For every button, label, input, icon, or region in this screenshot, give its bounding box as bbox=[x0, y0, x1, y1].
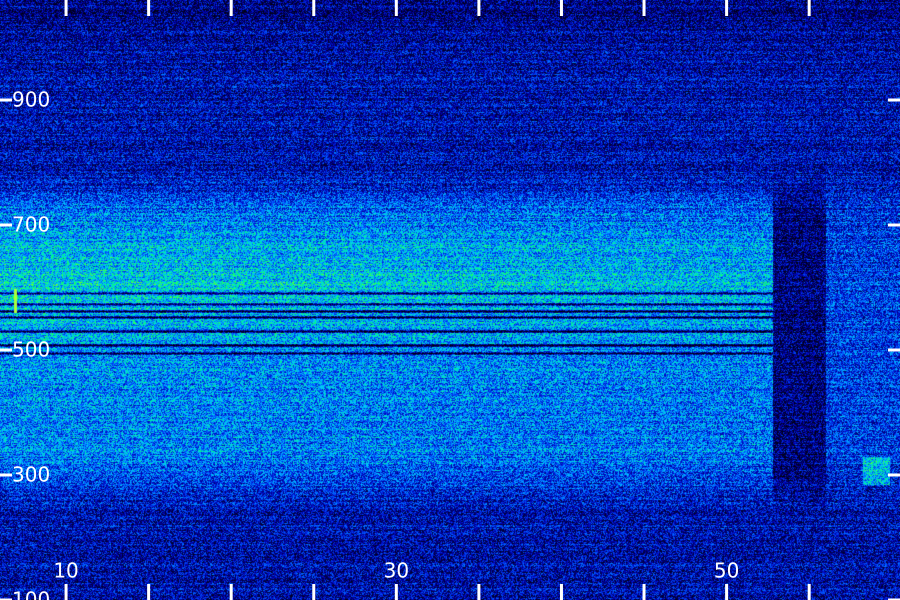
y-tick-label: 700 bbox=[12, 213, 50, 237]
spectrogram: 10 30 50 100 300 500 700 900 bbox=[0, 0, 900, 600]
y-tick-label: 500 bbox=[12, 338, 50, 362]
spectrogram-axes: 10 30 50 100 300 500 700 900 bbox=[0, 0, 900, 600]
tick-marks bbox=[0, 0, 900, 600]
x-tick-label: 30 bbox=[384, 559, 409, 583]
x-tick-label: 50 bbox=[714, 559, 739, 583]
tick-labels: 10 30 50 100 300 500 700 900 bbox=[12, 88, 739, 600]
y-tick-label: 900 bbox=[12, 88, 50, 112]
x-tick-label: 10 bbox=[53, 559, 78, 583]
y-tick-label: 100 bbox=[12, 588, 50, 600]
y-tick-label: 300 bbox=[12, 463, 50, 487]
